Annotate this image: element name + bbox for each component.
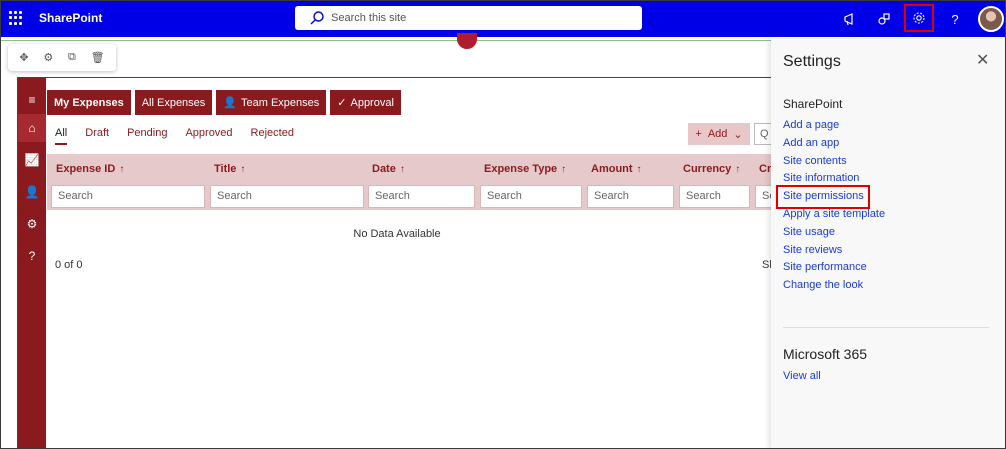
link-site-information[interactable]: Site information [783, 170, 885, 188]
expense-app: ≡ ⌂ 📈 👤 ⚙ ? My Expenses All Expenses 👤 Te… [17, 77, 778, 448]
column-header[interactable]: Currency ↑ [674, 154, 750, 184]
search-icon [310, 11, 324, 25]
site-search-input[interactable]: Search this site [295, 6, 642, 30]
view-tabs: My Expenses All Expenses 👤 Team Expenses … [47, 90, 401, 115]
tab-all-expenses[interactable]: All Expenses [134, 90, 213, 115]
settings-gear-button[interactable] [904, 4, 934, 32]
gear-icon [913, 12, 925, 24]
user-avatar[interactable] [978, 6, 1004, 32]
panel-title: Settings [783, 53, 841, 70]
tab-team-expenses[interactable]: 👤 Team Expenses [216, 90, 327, 115]
check-icon: ✓ [337, 97, 347, 109]
settings-panel: Settings ✕ SharePoint Add a page Add an … [771, 37, 1005, 448]
link-site-reviews[interactable]: Site reviews [783, 242, 885, 260]
add-button[interactable]: + Add ⌄ [688, 123, 750, 145]
filter-input[interactable]: Search [210, 185, 364, 208]
link-site-permissions[interactable]: Site permissions [776, 185, 870, 209]
link-view-all[interactable]: View all [783, 370, 821, 382]
link-change-the-look[interactable]: Change the look [783, 277, 885, 295]
column-header[interactable]: Title ↑ [205, 154, 363, 184]
record-count: 0 of 0 [55, 259, 83, 271]
add-label: Add [707, 128, 728, 140]
filter-input[interactable]: Search [51, 185, 205, 208]
webpart-edit-toolbar: ✥ ⚙ ⧉ 🗑 [8, 44, 116, 71]
tab-label: All Expenses [141, 96, 206, 109]
link-add-a-page[interactable]: Add a page [783, 117, 885, 135]
megaphone-icon[interactable] [838, 7, 862, 31]
filter-input[interactable]: Search [679, 185, 750, 208]
brand-name[interactable]: SharePoint [39, 11, 102, 25]
tab-label: My Expenses [54, 96, 124, 109]
divider [783, 327, 989, 328]
tab-label: Team Expenses [241, 96, 320, 109]
tab-my-expenses[interactable]: My Expenses [47, 90, 131, 115]
suite-bar: SharePoint Search this site ? [1, 1, 1005, 37]
screen: SharePoint Search this site ? ✥ ⚙ ⧉ 🗑 ≡ … [0, 0, 1006, 449]
status-tabs: All Draft Pending Approved Rejected [55, 127, 294, 145]
add-section-handle[interactable] [457, 33, 477, 49]
app-launcher-icon[interactable] [9, 11, 23, 25]
user-settings-icon[interactable]: 👤 [18, 178, 46, 206]
search-placeholder: Search this site [331, 12, 407, 24]
delete-icon[interactable]: 🗑 [91, 51, 105, 64]
settings-icon[interactable]: ⚙ [18, 210, 46, 238]
section-heading-sharepoint: SharePoint [783, 97, 843, 111]
status-tab-rejected[interactable]: Rejected [251, 127, 294, 145]
section-divider [1, 40, 771, 41]
status-tab-draft[interactable]: Draft [85, 127, 109, 145]
link-add-an-app[interactable]: Add an app [783, 135, 885, 153]
help-icon[interactable]: ? [943, 7, 967, 31]
column-header[interactable]: Amount ↑ [582, 154, 674, 184]
filter-input[interactable]: Search [587, 185, 674, 208]
status-tab-all[interactable]: All [55, 127, 68, 145]
chart-icon[interactable]: 📈 [18, 146, 46, 174]
people-icon: 👤 [223, 97, 237, 109]
link-site-contents[interactable]: Site contents [783, 153, 885, 171]
column-header[interactable]: Expense ID ↑ [47, 154, 205, 184]
plus-icon: + [695, 128, 702, 140]
link-apply-site-template[interactable]: Apply a site template [783, 206, 885, 224]
menu-icon[interactable]: ≡ [18, 86, 46, 114]
chevron-down-icon: ⌄ [733, 128, 743, 141]
link-site-usage[interactable]: Site usage [783, 224, 885, 242]
help-icon[interactable]: ? [18, 242, 46, 270]
column-header[interactable]: Date ↑ [363, 154, 475, 184]
status-tab-approved[interactable]: Approved [185, 127, 232, 145]
settings-links: Add a page Add an app Site contents Site… [776, 117, 885, 295]
close-icon[interactable]: ✕ [976, 50, 989, 70]
tab-label: Approval [350, 96, 394, 109]
nav-rail: ≡ ⌂ 📈 👤 ⚙ ? [18, 78, 46, 448]
expense-grid: Expense ID ↑ Title ↑ Date ↑ Expense Type ↑ A… [47, 154, 778, 210]
status-tab-pending[interactable]: Pending [127, 127, 167, 145]
empty-state: No Data Available [353, 228, 441, 240]
filter-input[interactable]: Search [368, 185, 475, 208]
filter-input[interactable]: Search [480, 185, 582, 208]
app-switch-icon[interactable] [872, 7, 896, 31]
section-heading-m365: Microsoft 365 [783, 346, 868, 362]
home-icon[interactable]: ⌂ [18, 114, 46, 142]
column-header[interactable]: Expense Type ↑ [475, 154, 582, 184]
link-site-performance[interactable]: Site performance [783, 259, 885, 277]
edit-properties-icon[interactable]: ⚙ [43, 51, 53, 64]
move-icon[interactable]: ✥ [19, 51, 28, 64]
duplicate-icon[interactable]: ⧉ [68, 51, 76, 64]
tab-approval[interactable]: ✓ Approval [330, 90, 401, 115]
